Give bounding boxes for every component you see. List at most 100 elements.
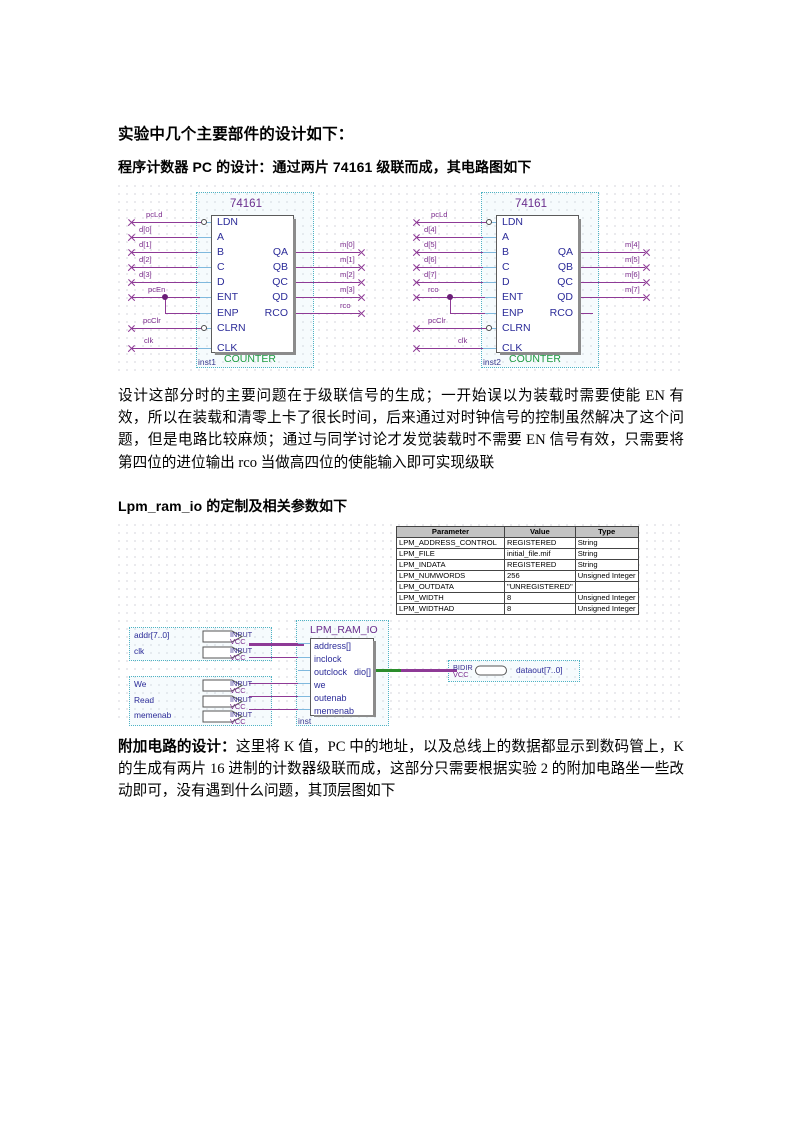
wire-rco-out-2: [579, 313, 593, 315]
terminator-m6: [642, 278, 651, 287]
terminator-pcclr-1: [127, 324, 136, 333]
cell-parameter: LPM_FILE: [396, 548, 505, 561]
terminator-d6: [412, 263, 421, 272]
chip-footer-1: COUNTER: [224, 353, 276, 365]
chip-title-2: 74161: [515, 198, 547, 210]
netlabel-m6: m[6]: [625, 270, 640, 279]
terminator-pcld-2: [412, 218, 421, 227]
terminator-m7: [642, 293, 651, 302]
page-title: 实验中几个主要部件的设计如下：: [118, 126, 354, 143]
lpm-instance-label: inst: [298, 715, 312, 726]
lpm-port-outenab: outenab: [314, 692, 347, 703]
instance-label-2: inst2: [483, 357, 501, 367]
pin-type-we: INPUT VCC: [230, 679, 252, 695]
wire-m5: [579, 267, 645, 269]
netlabel-d4: d[4]: [424, 225, 437, 234]
pin-type-read: INPUT VCC: [230, 695, 252, 709]
pin-symbol-dataout: [474, 665, 508, 676]
document-page: 实验中几个主要部件的设计如下： 程序计数器 PC 的设计：通过两片 74161 …: [0, 0, 800, 1132]
port-enp-2: ENP: [502, 307, 524, 319]
table-row: LPM_INDATA REGISTERED String: [396, 559, 639, 572]
terminator-m4: [642, 248, 651, 257]
table-row: LPM_NUMWORDS 256 Unsigned Integer: [396, 570, 639, 583]
wire-m4: [579, 252, 645, 254]
port-qc-1: QC: [272, 276, 288, 288]
terminator-d3: [127, 278, 136, 287]
wire-clk-ram: [249, 656, 304, 659]
document-content: 实验中几个主要部件的设计如下： 程序计数器 PC 的设计：通过两片 74161 …: [118, 122, 684, 802]
port-clrn-2: CLRN: [502, 322, 531, 334]
pin-label-memenab: memenab: [134, 709, 172, 720]
netlabel-d1: d[1]: [139, 240, 152, 249]
pin-label-clk: clk: [134, 645, 145, 656]
pin-type-dataout: BIDIR VCC: [453, 663, 473, 677]
terminator-pcld-1: [127, 218, 136, 227]
lpm-chip-title: LPM_RAM_IO: [310, 623, 378, 636]
pin-label-dataout: dataout[7..0]: [516, 664, 563, 675]
pin-vcc-text: VCC: [230, 685, 246, 695]
netlabel-pcld-1: pcLd: [146, 210, 163, 219]
cell-parameter: LPM_NUMWORDS: [396, 570, 505, 583]
netlabel-m3: m[3]: [340, 285, 355, 294]
terminator-pcen: [127, 293, 136, 302]
terminator-d0: [127, 233, 136, 242]
cell-type: String: [574, 548, 639, 561]
netlabel-rco-out: rco: [340, 301, 351, 310]
schematic-lpm-ram: Parameter Value Type LPM_ADDRESS_CONTROL…: [118, 523, 684, 726]
netlabel-m1: m[1]: [340, 255, 355, 264]
terminator-clk-2: [412, 344, 421, 353]
port-ent-1: ENT: [217, 291, 238, 303]
wire-pcld-1: [131, 222, 201, 224]
netlabel-m0: m[0]: [340, 240, 355, 249]
terminator-m5: [642, 263, 651, 272]
port-qc-2: QC: [557, 276, 573, 288]
netlabel-clk-2: clk: [458, 336, 468, 345]
terminator-d2: [127, 263, 136, 272]
table-row: LPM_ADDRESS_CONTROL REGISTERED String: [396, 537, 639, 550]
junction-dot-pcen: [162, 294, 168, 300]
port-a-1: A: [217, 231, 225, 243]
pin-label-we: We: [134, 678, 147, 689]
port-ldn-2: LDN: [502, 216, 524, 228]
cell-value: 8: [504, 603, 576, 616]
terminator-d7: [412, 278, 421, 287]
cell-value: REGISTERED: [504, 559, 576, 572]
wire-pcld-2: [416, 222, 486, 224]
cell-type: Unsigned Integer: [574, 592, 639, 605]
inverter-bubble-ldn-1: [201, 219, 207, 225]
paragraph-extra-circuit: 附加电路的设计：这里将 K 值，PC 中的地址，以及总线上的数据都显示到数码管上…: [118, 736, 684, 803]
cell-type: Unsigned Integer: [574, 570, 639, 583]
netlabel-m7: m[7]: [625, 285, 640, 294]
lpm-port-dio: dio[]: [353, 666, 371, 677]
cell-parameter: LPM_ADDRESS_CONTROL: [396, 537, 505, 550]
wire-m3: [294, 297, 360, 299]
section-heading-pc: 程序计数器 PC 的设计：通过两片 74161 级联而成，其电路图如下: [118, 159, 532, 175]
netlabel-d0: d[0]: [139, 225, 152, 234]
port-qb-1: QB: [272, 261, 288, 273]
cell-type: [574, 581, 639, 594]
port-b-1: B: [217, 246, 225, 258]
wire-addr-bus: [249, 642, 304, 646]
lpm-port-inclock: inclock: [314, 653, 342, 664]
terminator-clk-1: [127, 344, 136, 353]
cell-value: "UNREGISTERED": [504, 581, 576, 594]
paragraph-extra-circuit-bold: 附加电路的设计：: [118, 738, 236, 755]
section-heading-lpm: Lpm_ram_io 的定制及相关参数如下: [118, 497, 348, 514]
lpm-port-address: address[]: [314, 640, 352, 651]
table-row: LPM_WIDTHAD 8 Unsigned Integer: [396, 603, 639, 616]
wire-m1: [294, 267, 360, 269]
port-b-2: B: [502, 246, 510, 258]
pin-type-clk: INPUT VCC: [230, 646, 252, 660]
table-row: LPM_WIDTH 8 Unsigned Integer: [396, 592, 639, 605]
wire-m7: [579, 297, 645, 299]
paragraph-pc-design: 设计这部分时的主要问题在于级联信号的生成；一开始误以为装载时需要使能 EN 有效…: [118, 388, 684, 471]
terminator-m1: [357, 263, 366, 272]
netlabel-d3: d[3]: [139, 270, 152, 279]
port-ldn-1: LDN: [217, 216, 239, 228]
port-clk-1: CLK: [217, 342, 238, 354]
port-c-2: C: [502, 261, 510, 273]
instance-label-1: inst1: [198, 357, 216, 367]
pin-type-memenab: INPUT VCC: [230, 710, 252, 724]
chip-title-1: 74161: [230, 198, 262, 210]
pin-vcc-text: VCC: [230, 636, 246, 646]
